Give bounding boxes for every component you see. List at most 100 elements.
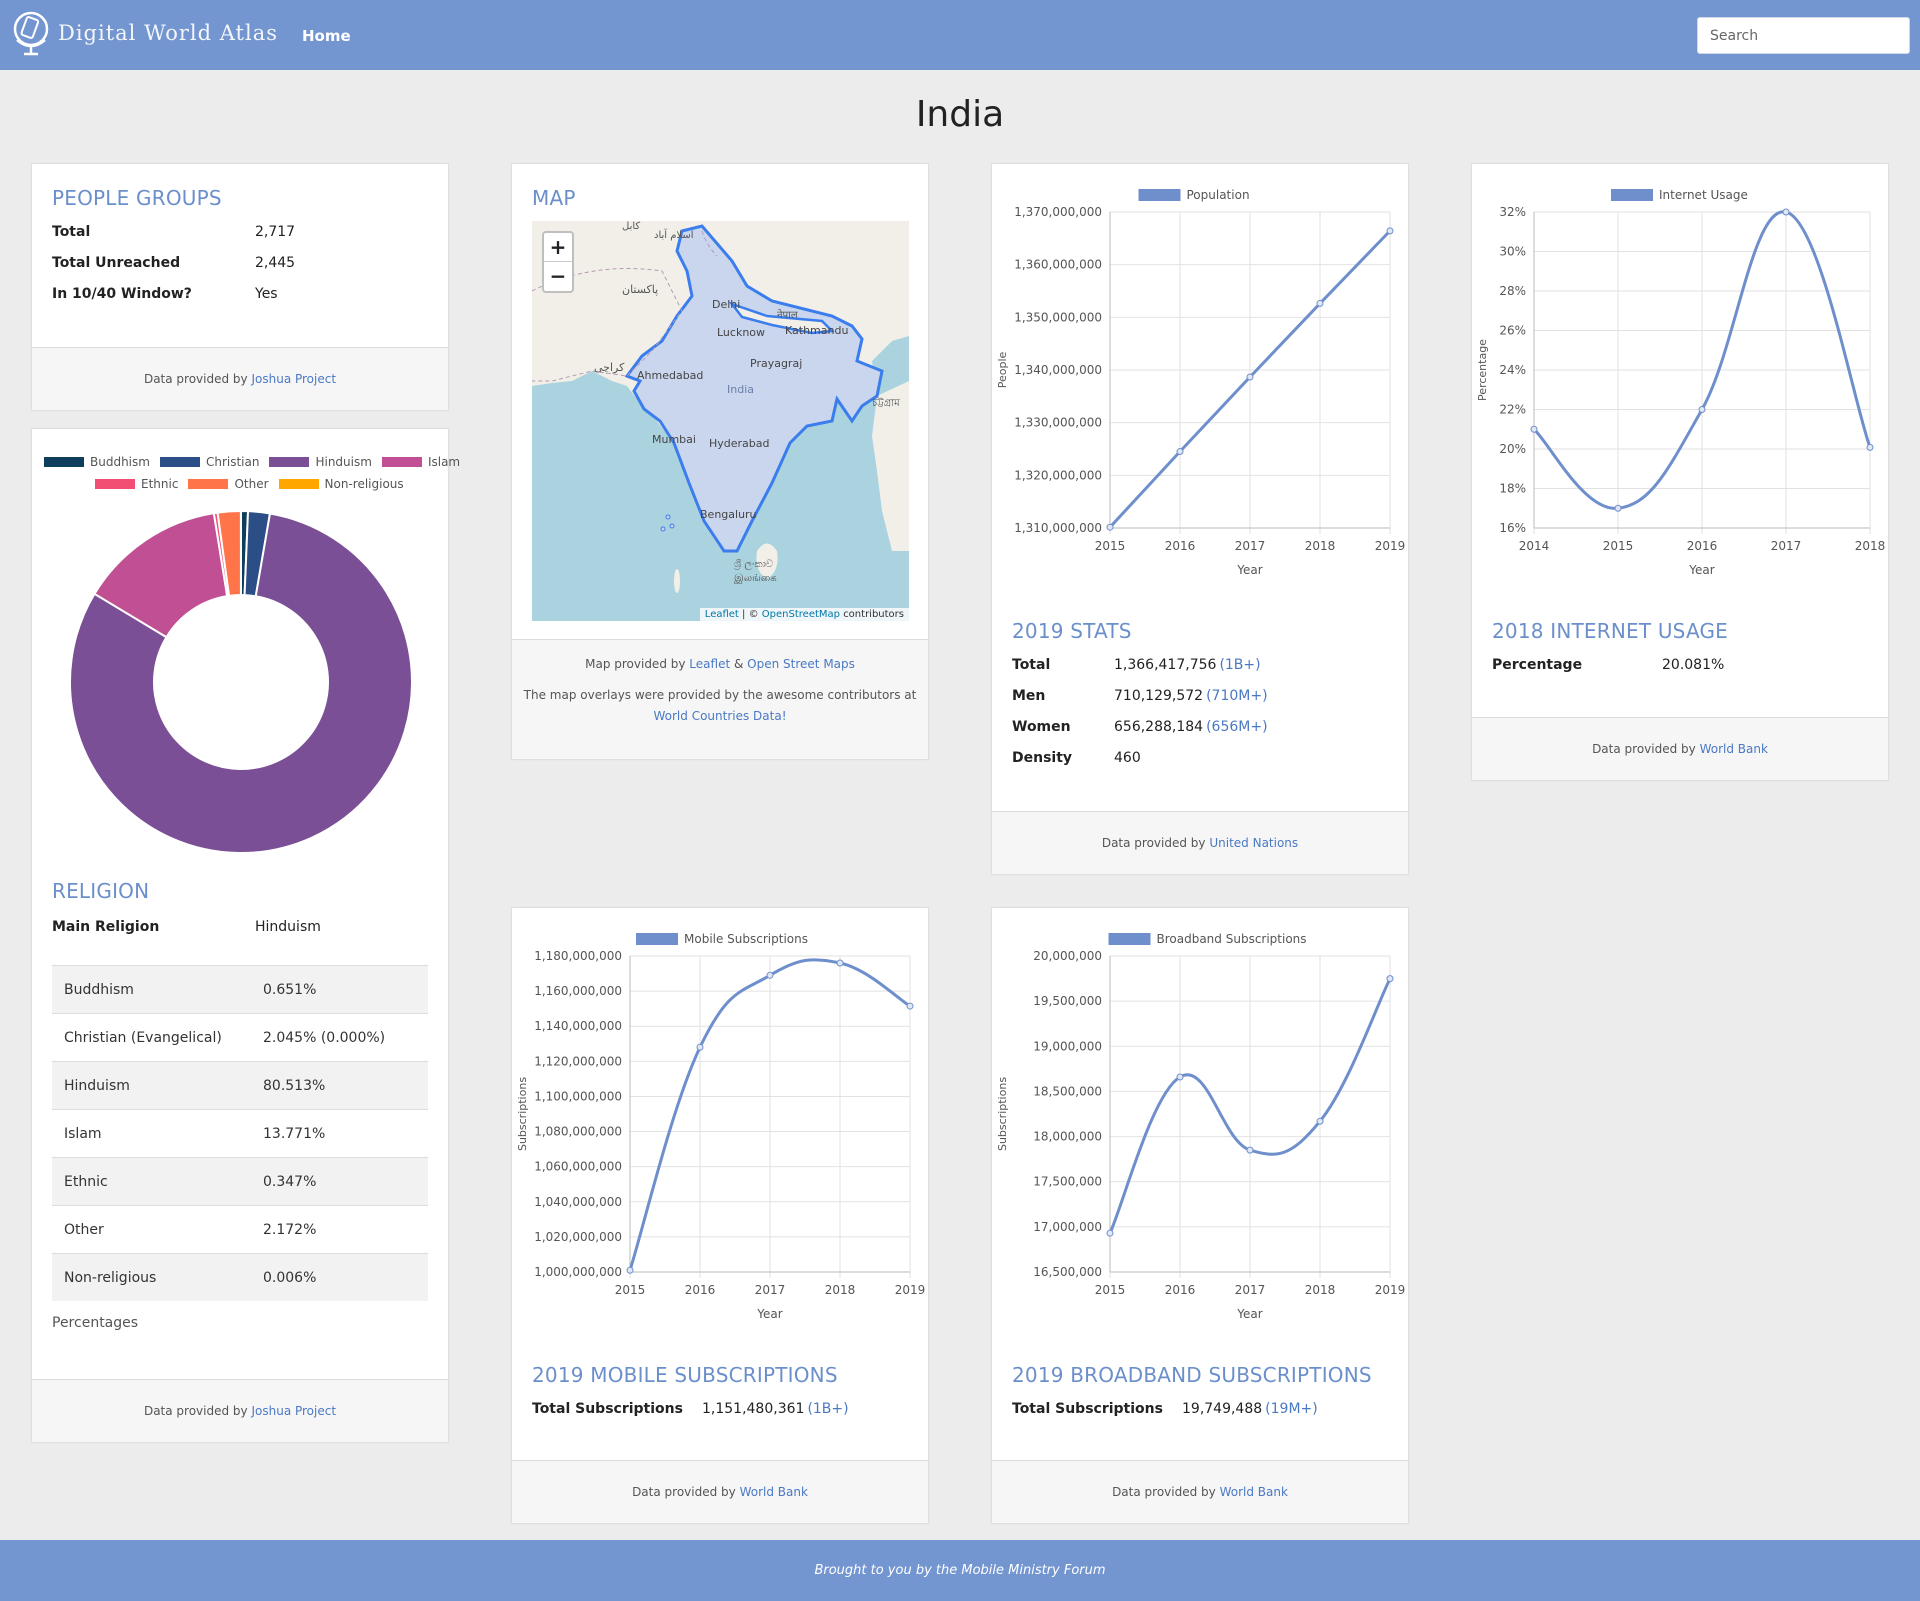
- stats-footer: Data provided by United Nations: [992, 811, 1408, 874]
- legend-label: Buddhism: [90, 455, 150, 469]
- osm-footer-link[interactable]: Open Street Maps: [747, 657, 855, 671]
- joshua-project-link[interactable]: Joshua Project: [251, 1404, 336, 1418]
- value-abbr: (1B+): [1219, 657, 1261, 673]
- percentages-note: Percentages: [52, 1315, 139, 1331]
- y-tick-label: 32%: [1499, 205, 1526, 219]
- legend-swatch: [159, 457, 200, 467]
- stats-title: 2019 STATS: [1012, 619, 1132, 643]
- row-value: 2,445: [255, 255, 296, 271]
- x-tick-label: 2019: [1375, 1283, 1406, 1297]
- map-view[interactable]: Delhi Lucknow Kathmandu नेपाल Ahmedabad …: [532, 221, 909, 621]
- data-point: [1106, 523, 1114, 531]
- world-bank-link[interactable]: World Bank: [1220, 1485, 1288, 1499]
- map-canvas: Delhi Lucknow Kathmandu नेपाल Ahmedabad …: [532, 221, 909, 593]
- zoom-out-button[interactable]: −: [544, 262, 572, 291]
- footer-prefix: Data provided by: [1592, 742, 1696, 756]
- data-point: [1386, 227, 1394, 235]
- x-tick-label: 2018: [1855, 539, 1886, 553]
- map-title: MAP: [532, 186, 576, 210]
- value-text: 1,366,417,756: [1114, 657, 1217, 673]
- map-footer-line-2: The map overlays were provided by the aw…: [523, 688, 917, 702]
- religion-pct: 2.045% (0.000%): [263, 1029, 386, 1046]
- table-row: Non-religious 0.006%: [52, 1253, 428, 1301]
- religion-name: Christian (Evangelical): [64, 1029, 222, 1046]
- y-tick-label: 18,000,000: [1033, 1130, 1102, 1144]
- row-value: Yes: [255, 286, 278, 302]
- legend-label: Non-religious: [324, 477, 404, 491]
- y-tick-label: 1,080,000,000: [534, 1125, 622, 1139]
- map-label-prayagraj: Prayagraj: [750, 357, 802, 370]
- x-tick-label: 2019: [1375, 539, 1406, 553]
- legend-label: Christian: [205, 455, 260, 469]
- data-point: [626, 1266, 634, 1274]
- row-value: 710,129,572 (710M+): [1114, 688, 1268, 704]
- x-tick-label: 2017: [1235, 539, 1266, 553]
- y-tick-label: 1,040,000,000: [534, 1195, 622, 1209]
- x-axis-label: Year: [756, 1307, 782, 1321]
- data-point: [1316, 1117, 1324, 1125]
- x-tick-label: 2018: [1305, 1283, 1336, 1297]
- world-bank-link[interactable]: World Bank: [1700, 742, 1768, 756]
- nav-home-link[interactable]: Home: [302, 27, 351, 45]
- map-label-srilanka-tamil: இலங்கை: [734, 573, 777, 584]
- map-label-lucknow: Lucknow: [717, 326, 765, 339]
- x-tick-label: 2018: [1305, 539, 1336, 553]
- joshua-project-link[interactable]: Joshua Project: [251, 372, 336, 386]
- map-label-kabul: کابل: [622, 221, 640, 232]
- map-attribution: Leaflet | © OpenStreetMap contributors: [699, 608, 909, 621]
- world-bank-link[interactable]: World Bank: [740, 1485, 808, 1499]
- y-tick-label: 1,370,000,000: [1014, 205, 1102, 219]
- legend-label: Ethnic: [141, 477, 179, 491]
- row-label: Total Unreached: [52, 255, 181, 271]
- table-row: Christian (Evangelical) 2.045% (0.000%): [52, 1013, 428, 1061]
- legend-swatch: [636, 933, 678, 945]
- legend-label: Mobile Subscriptions: [684, 932, 808, 946]
- y-tick-label: 1,160,000,000: [534, 984, 622, 998]
- world-countries-data-link[interactable]: World Countries Data!: [653, 709, 786, 723]
- value-text: 19,749,488: [1182, 1401, 1263, 1417]
- data-point: [696, 1043, 704, 1051]
- row-label: Men: [1012, 688, 1046, 704]
- broadband-subscriptions-chart: Broadband Subscriptions 16,500,000 17,000,…: [996, 932, 1406, 1321]
- table-row: Ethnic 0.347%: [52, 1157, 428, 1205]
- x-tick-label: 2019: [895, 1283, 926, 1297]
- navbar: Digital World Atlas Home: [0, 0, 1920, 70]
- y-axis-label: People: [996, 351, 1009, 388]
- religion-name: Hinduism: [64, 1077, 130, 1094]
- mobile-card: Mobile Subscriptions 1,000,000,000 1,020,0…: [511, 907, 929, 1524]
- y-axis-label: Subscriptions: [996, 1077, 1009, 1151]
- map-label-srilanka: ශ්‍රී ලංකාව: [734, 559, 773, 570]
- y-tick-label: 16,500,000: [1033, 1265, 1102, 1279]
- religion-pct: 2.172%: [263, 1221, 317, 1238]
- x-tick-label: 2017: [1235, 1283, 1266, 1297]
- search-input[interactable]: [1697, 17, 1910, 54]
- united-nations-link[interactable]: United Nations: [1209, 836, 1298, 850]
- leaflet-footer-link[interactable]: Leaflet: [689, 657, 730, 671]
- y-tick-label: 20%: [1499, 442, 1526, 456]
- map-footer-line-1: Map provided by Leaflet & Open Street Ma…: [512, 654, 928, 675]
- internet-title: 2018 INTERNET USAGE: [1492, 619, 1729, 643]
- island: [665, 514, 671, 520]
- osm-link[interactable]: OpenStreetMap: [762, 609, 840, 620]
- legend-swatch: [1108, 933, 1151, 945]
- y-tick-label: 24%: [1499, 363, 1526, 377]
- table-row: Buddhism 0.651%: [52, 965, 428, 1013]
- religion-name: Islam: [64, 1125, 102, 1142]
- y-tick-label: 16%: [1499, 521, 1526, 535]
- y-tick-label: 17,000,000: [1033, 1220, 1102, 1234]
- y-tick-label: 18%: [1499, 482, 1526, 496]
- y-tick-label: 22%: [1499, 403, 1526, 417]
- y-tick-label: 1,100,000,000: [534, 1089, 622, 1103]
- y-tick-label: 18,500,000: [1033, 1084, 1102, 1098]
- value-abbr: (1B+): [807, 1401, 849, 1417]
- island: [669, 523, 675, 529]
- zoom-in-button[interactable]: +: [544, 233, 572, 262]
- row-value: 1,151,480,361 (1B+): [702, 1401, 849, 1417]
- data-point: [1246, 1146, 1254, 1154]
- brand[interactable]: Digital World Atlas: [12, 10, 278, 56]
- map-label-mumbai: Mumbai: [652, 433, 696, 446]
- row-label: Women: [1012, 719, 1071, 735]
- religion-pct: 0.347%: [263, 1173, 317, 1190]
- y-tick-label: 1,120,000,000: [534, 1054, 622, 1068]
- leaflet-link[interactable]: Leaflet: [705, 609, 739, 620]
